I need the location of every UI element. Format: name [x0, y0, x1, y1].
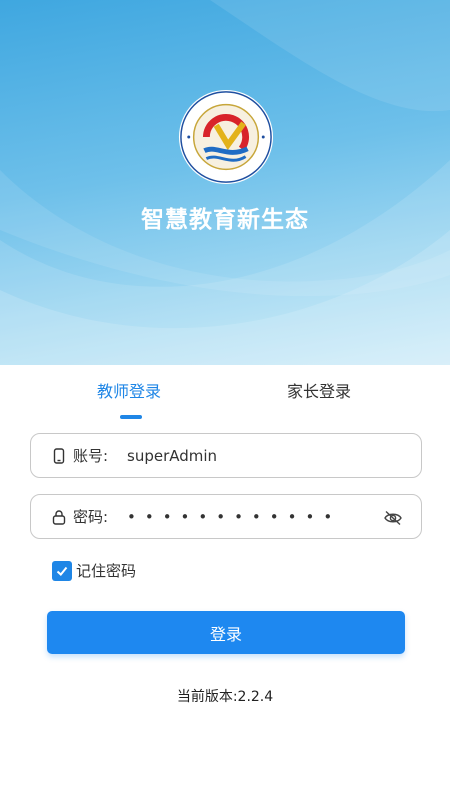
password-input[interactable]: •••••••••••• — [127, 508, 377, 526]
check-icon — [56, 566, 68, 576]
eye-off-icon[interactable] — [383, 508, 403, 528]
password-label: 密码: — [73, 508, 109, 526]
account-input[interactable] — [127, 446, 377, 465]
remember-checkbox[interactable] — [52, 560, 72, 581]
account-label: 账号: — [73, 447, 109, 465]
active-tab-indicator — [120, 415, 142, 419]
tab-parent-login[interactable]: 家长登录 — [287, 378, 351, 402]
school-emblem-icon — [178, 89, 274, 185]
password-field[interactable]: 密码: •••••••••••• — [30, 494, 422, 539]
lock-icon — [51, 509, 67, 525]
version-number: 2.2.4 — [237, 689, 274, 705]
version-text: 当前版本:2.2.4 — [0, 686, 450, 706]
hero-banner: 智慧教育新生态 — [0, 0, 450, 365]
remember-label: 记住密码 — [76, 562, 137, 580]
remember-password[interactable]: 记住密码 — [52, 560, 136, 581]
hero-slogan: 智慧教育新生态 — [141, 207, 309, 233]
login-button[interactable]: 登录 — [47, 611, 405, 654]
version-label: 当前版本: — [176, 689, 238, 705]
login-tabs: 教师登录 家长登录 — [0, 378, 450, 422]
phone-icon — [51, 447, 67, 464]
tab-teacher-login[interactable]: 教师登录 — [97, 378, 161, 402]
account-field[interactable]: 账号: — [30, 433, 422, 478]
